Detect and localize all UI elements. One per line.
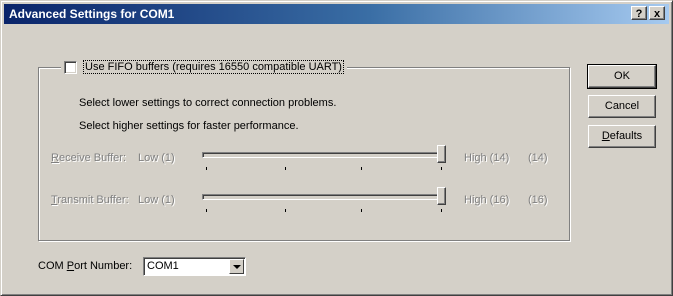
transmit-tick [285, 209, 286, 212]
transmit-low-label: Low (1) [138, 194, 175, 206]
com-port-label-text: ort Number: [74, 260, 133, 272]
transmit-slider-track[interactable] [202, 194, 442, 200]
com-port-value: COM1 [147, 260, 179, 272]
fifo-checkbox-label[interactable]: Use FIFO buffers (requires 16550 compati… [83, 60, 344, 74]
transmit-buffer-label-text: ransmit Buffer: [57, 194, 129, 206]
receive-value: (14) [528, 152, 548, 164]
receive-tick [361, 167, 362, 170]
close-icon: x [653, 8, 661, 20]
cancel-button[interactable]: Cancel [588, 95, 656, 118]
transmit-value: (16) [528, 194, 548, 206]
receive-high-label: High (14) [464, 152, 510, 164]
transmit-slider-thumb[interactable] [437, 187, 446, 205]
help-button[interactable]: ? [631, 6, 647, 20]
dialog-window: Advanced Settings for COM1 ? x Use FIFO … [0, 0, 673, 296]
info-lower-text: Select lower settings to correct connect… [79, 97, 337, 109]
title-bar[interactable]: Advanced Settings for COM1 ? x [4, 4, 669, 24]
transmit-tick [206, 209, 207, 212]
close-button[interactable]: x [649, 6, 665, 20]
receive-buffer-label-text: eceive Buffer: [58, 152, 127, 164]
receive-tick [441, 167, 442, 170]
com-port-mnemonic: P [66, 260, 75, 272]
com-port-select[interactable]: COM1 [143, 257, 246, 276]
chevron-down-icon [233, 265, 241, 269]
transmit-buffer-label: Transmit Buffer: [51, 194, 129, 206]
com-port-label-pre: COM [38, 260, 67, 272]
info-higher-text: Select higher settings for faster perfor… [79, 120, 299, 132]
defaults-mnemonic: D [601, 130, 610, 142]
receive-tick [285, 167, 286, 170]
com-port-dropdown-button[interactable] [229, 259, 244, 274]
transmit-high-label: High (16) [464, 194, 510, 206]
com-port-label: COM Port Number: [38, 260, 132, 272]
receive-low-label: Low (1) [138, 152, 175, 164]
defaults-label: efaults [609, 130, 643, 142]
receive-tick [206, 167, 207, 170]
transmit-tick [361, 209, 362, 212]
receive-buffer-label: Receive Buffer: [51, 152, 126, 164]
transmit-tick [441, 209, 442, 212]
receive-slider-thumb[interactable] [437, 145, 446, 163]
fifo-option[interactable]: Use FIFO buffers (requires 16550 compati… [61, 60, 347, 74]
fifo-checkbox[interactable] [64, 60, 77, 74]
ok-button[interactable]: OK [587, 64, 657, 89]
receive-slider-track[interactable] [202, 152, 442, 158]
receive-buffer-mnemonic: R [51, 152, 59, 164]
help-icon: ? [635, 8, 643, 20]
defaults-button[interactable]: Defaults [588, 125, 656, 148]
window-title: Advanced Settings for COM1 [9, 7, 175, 21]
